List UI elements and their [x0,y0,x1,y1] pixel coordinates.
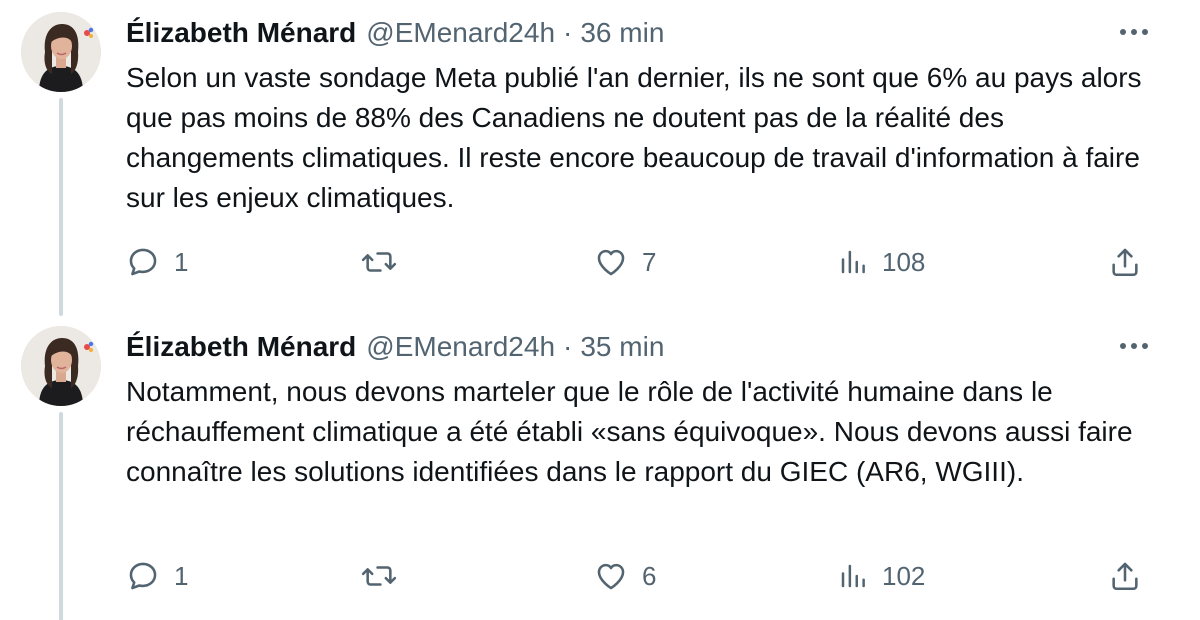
more-button[interactable] [1116,334,1152,358]
retweet-button[interactable] [360,242,398,282]
views-button[interactable]: 102 [838,556,925,596]
reply-button[interactable]: 1 [126,242,188,282]
reply-count: 1 [174,560,189,591]
separator: · [563,17,573,48]
tweet-header: Élizabeth Ménard @EMenard24h · 36 min [126,16,664,50]
avatar[interactable] [21,12,101,92]
more-icon [1120,343,1148,349]
more-icon [1120,29,1148,35]
tweet[interactable]: Élizabeth Ménard @EMenard24h · 35 min No… [0,314,1200,620]
tweet-text: Selon un vaste sondage Meta publié l'an … [126,62,1142,213]
author-name[interactable]: Élizabeth Ménard [126,331,356,363]
reply-icon [129,248,157,276]
author-handle[interactable]: @EMenard24h [366,331,555,363]
action-bar: 1 6 102 [0,556,1200,596]
author-name[interactable]: Élizabeth Ménard [126,17,356,49]
avatar[interactable] [21,326,101,406]
retweet-button[interactable] [360,556,398,596]
retweet-icon [361,252,397,272]
views-button[interactable]: 108 [838,242,925,282]
share-icon [1112,248,1138,277]
tweet[interactable]: Élizabeth Ménard @EMenard24h · 36 min Se… [0,0,1200,316]
more-button[interactable] [1116,20,1152,44]
tweet-text: Notamment, nous devons marteler que le r… [126,376,1133,487]
views-icon [841,250,865,274]
retweet-icon [361,566,397,586]
tweet-header: Élizabeth Ménard @EMenard24h · 35 min [126,330,664,364]
share-button[interactable] [1108,556,1142,596]
thread-line [59,98,63,316]
separator: · [563,331,573,362]
reply-icon [129,562,157,590]
like-button[interactable]: 6 [594,556,656,596]
view-count: 108 [882,246,926,277]
views-icon [841,564,865,588]
timestamp[interactable]: 36 min [580,17,664,49]
reply-count: 1 [174,246,189,277]
share-button[interactable] [1108,242,1142,282]
timestamp[interactable]: 35 min [580,331,664,363]
heart-icon [597,249,625,276]
like-count: 6 [642,560,657,591]
author-handle[interactable]: @EMenard24h [366,17,555,49]
like-button[interactable]: 7 [594,242,656,282]
share-icon [1112,562,1138,591]
like-count: 7 [642,246,657,277]
reply-button[interactable]: 1 [126,556,188,596]
action-bar: 1 7 108 [0,242,1200,282]
heart-icon [597,563,625,590]
view-count: 102 [882,560,926,591]
